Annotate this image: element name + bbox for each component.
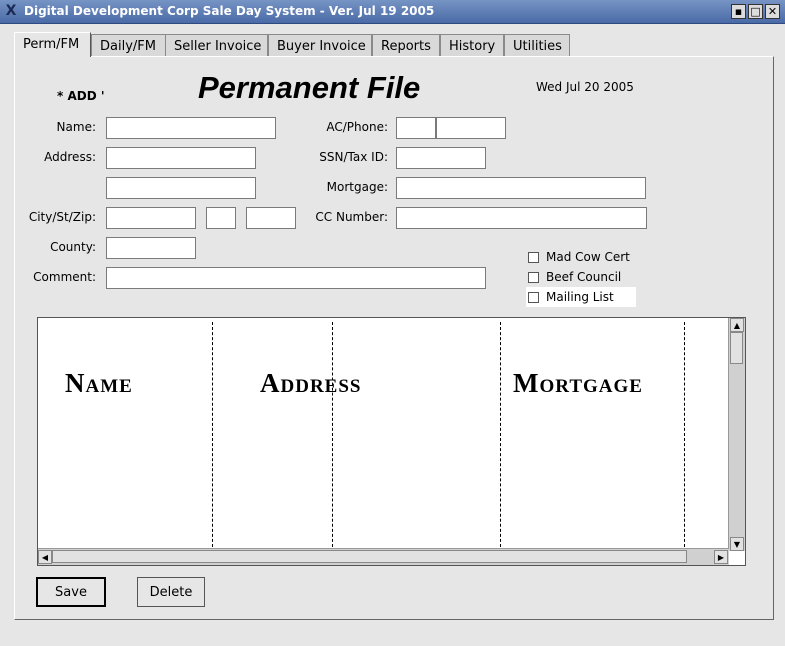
column-header-address[interactable]: Address bbox=[260, 368, 361, 399]
column-header-mortgage[interactable]: Mortgage bbox=[513, 368, 643, 399]
ac-phone-label: AC/Phone: bbox=[326, 120, 388, 134]
ssn-input[interactable] bbox=[396, 147, 486, 169]
scroll-down-icon[interactable]: ▼ bbox=[730, 537, 744, 551]
mortgage-label: Mortgage: bbox=[326, 180, 388, 194]
tab-seller-invoice[interactable]: Seller Invoice bbox=[165, 34, 268, 56]
scroll-up-icon[interactable]: ▲ bbox=[730, 318, 744, 332]
tab-reports[interactable]: Reports bbox=[372, 34, 440, 56]
current-date: Wed Jul 20 2005 bbox=[536, 80, 634, 94]
minimize-icon: ▪ bbox=[734, 5, 743, 18]
city-input[interactable] bbox=[106, 207, 196, 229]
mortgage-input[interactable] bbox=[396, 177, 646, 199]
name-input[interactable] bbox=[106, 117, 276, 139]
area-code-input[interactable] bbox=[396, 117, 436, 139]
maximize-icon: □ bbox=[750, 5, 761, 18]
county-input[interactable] bbox=[106, 237, 196, 259]
mad-cow-cert-checkbox[interactable]: Mad Cow Cert bbox=[528, 247, 630, 267]
address-line1-input[interactable] bbox=[106, 147, 256, 169]
minimize-button[interactable]: ▪ bbox=[731, 4, 746, 19]
comment-label: Comment: bbox=[33, 270, 96, 284]
name-label: Name: bbox=[56, 120, 96, 134]
column-divider[interactable] bbox=[332, 322, 333, 552]
county-label: County: bbox=[50, 240, 96, 254]
tab-utilities[interactable]: Utilities bbox=[504, 34, 570, 56]
comment-input[interactable] bbox=[106, 267, 486, 289]
records-grid[interactable]: Name Address Mortgage ▲ ▼ ◀ ▶ bbox=[37, 317, 746, 566]
address-label: Address: bbox=[44, 150, 96, 164]
vertical-scroll-thumb[interactable] bbox=[730, 332, 743, 364]
close-icon: ✕ bbox=[767, 5, 778, 18]
ssn-label: SSN/Tax ID: bbox=[319, 150, 388, 164]
scroll-left-icon[interactable]: ◀ bbox=[38, 550, 52, 564]
zip-input[interactable] bbox=[246, 207, 296, 229]
mad-cow-cert-label: Mad Cow Cert bbox=[546, 250, 630, 264]
scroll-right-icon[interactable]: ▶ bbox=[714, 550, 728, 564]
close-button[interactable]: ✕ bbox=[765, 4, 780, 19]
title-bar: X Digital Development Corp Sale Day Syst… bbox=[0, 0, 785, 24]
mailing-list-label: Mailing List bbox=[546, 290, 614, 304]
save-button[interactable]: Save bbox=[36, 577, 106, 607]
column-divider[interactable] bbox=[500, 322, 501, 552]
delete-button[interactable]: Delete bbox=[137, 577, 205, 607]
app-icon: X bbox=[5, 3, 17, 19]
checkbox-box[interactable] bbox=[528, 291, 539, 303]
horizontal-scrollbar[interactable]: ◀ ▶ bbox=[38, 548, 729, 565]
state-input[interactable] bbox=[206, 207, 236, 229]
address-line2-input[interactable] bbox=[106, 177, 256, 199]
mode-indicator: * ADD ' bbox=[57, 89, 105, 103]
tab-perm-fm[interactable]: Perm/FM bbox=[14, 32, 91, 57]
maximize-button[interactable]: □ bbox=[748, 4, 763, 19]
cc-number-input[interactable] bbox=[396, 207, 647, 229]
column-divider[interactable] bbox=[684, 322, 685, 552]
checkbox-box[interactable] bbox=[528, 251, 539, 263]
window-title: Digital Development Corp Sale Day System… bbox=[24, 4, 435, 18]
phone-input[interactable] bbox=[436, 117, 506, 139]
mailing-list-checkbox[interactable]: Mailing List bbox=[526, 287, 636, 307]
beef-council-label: Beef Council bbox=[546, 270, 622, 284]
city-st-zip-label: City/St/Zip: bbox=[28, 210, 96, 224]
beef-council-checkbox[interactable]: Beef Council bbox=[528, 267, 621, 287]
page-title: Permanent File bbox=[198, 70, 421, 105]
column-divider[interactable] bbox=[212, 322, 213, 552]
vertical-scrollbar[interactable]: ▲ ▼ bbox=[728, 318, 745, 551]
horizontal-scroll-thumb[interactable] bbox=[52, 550, 687, 563]
tab-buyer-invoice[interactable]: Buyer Invoice bbox=[268, 34, 372, 56]
column-header-name[interactable]: Name bbox=[65, 368, 133, 399]
checkbox-box[interactable] bbox=[528, 271, 539, 283]
cc-number-label: CC Number: bbox=[315, 210, 388, 224]
tab-history[interactable]: History bbox=[440, 34, 504, 56]
